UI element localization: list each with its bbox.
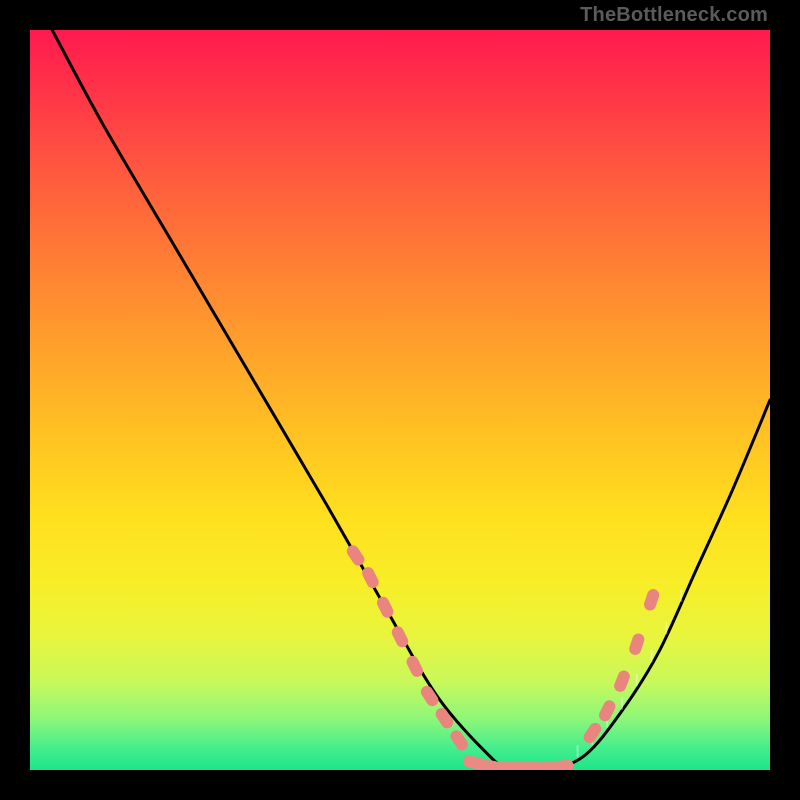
- highlight-dot: [551, 759, 574, 770]
- highlight-dots: [345, 543, 661, 770]
- chart-frame: TheBottleneck.com: [0, 0, 800, 800]
- highlight-dot: [433, 706, 455, 731]
- highlight-dot: [375, 595, 396, 620]
- highlight-dot: [628, 632, 646, 657]
- highlight-dot: [612, 669, 631, 694]
- highlight-dot: [642, 587, 660, 612]
- gradient-plot-area: [30, 30, 770, 770]
- watermark-label: TheBottleneck.com: [580, 4, 768, 27]
- curve-overlay: [30, 30, 770, 770]
- highlight-dot: [345, 543, 367, 568]
